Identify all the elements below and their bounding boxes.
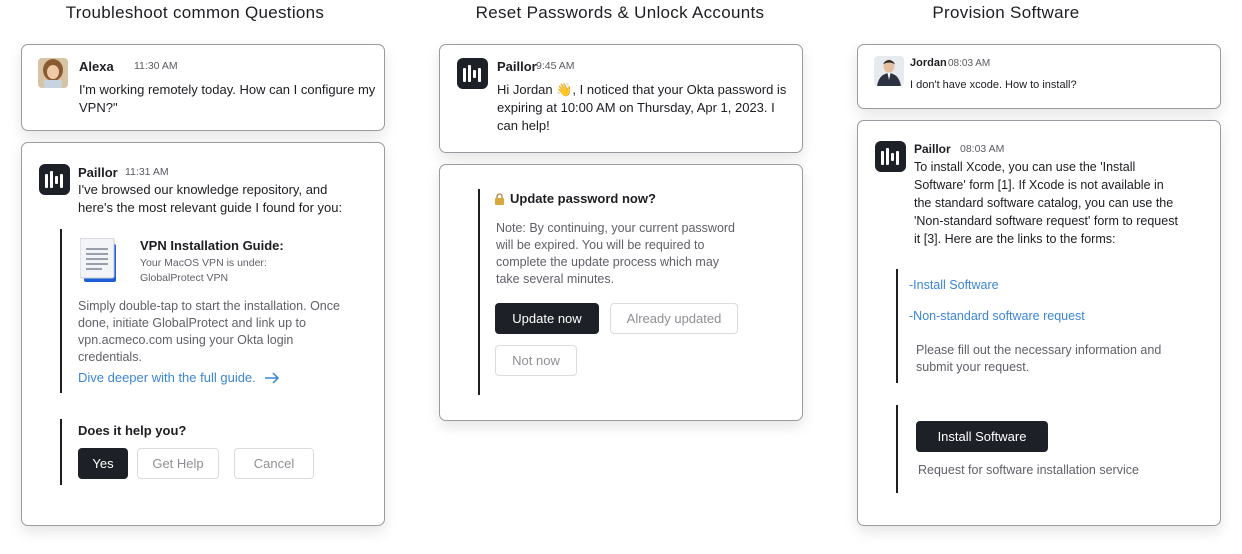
jordan-name: Jordan (910, 57, 947, 69)
paillor-name: Paillor (497, 59, 537, 74)
cancel-button[interactable]: Cancel (234, 448, 314, 479)
paillor-install-text: To install Xcode, you can use the 'Insta… (914, 160, 1178, 246)
update-password-card: Update password now? Note: By continuing… (439, 164, 803, 421)
paillor-logo-icon (39, 164, 70, 195)
get-help-button[interactable]: Get Help (137, 448, 219, 479)
alexa-avatar (38, 58, 68, 88)
okta-message-card: Paillor 9:45 AM Hi Jordan 👋, I noticed t… (439, 44, 803, 153)
alexa-name: Alexa (79, 59, 114, 74)
already-updated-button[interactable]: Already updated (610, 303, 738, 334)
arrow-right-icon (264, 371, 279, 384)
full-guide-link-text[interactable]: Dive deeper with the full guide. (78, 370, 256, 385)
yes-button[interactable]: Yes (78, 448, 128, 479)
paillor-name: Paillor (914, 142, 951, 156)
title-reset-passwords: Reset Passwords & Unlock Accounts (475, 3, 765, 22)
jordan-message-card: Jordan 08:03 AM I don't have xcode. How … (857, 44, 1221, 109)
update-title: Update password now? (510, 191, 656, 206)
update-note: Note: By continuing, your current passwo… (496, 221, 736, 286)
install-xcode-card: Paillor 08:03 AM To install Xcode, you c… (857, 120, 1221, 526)
paillor-time: 11:31 AM (125, 166, 169, 178)
paillor-logo-icon (457, 58, 488, 89)
links-divider (896, 269, 898, 383)
lock-icon (495, 192, 504, 205)
nonstandard-request-link[interactable]: -Non-standard software request (909, 309, 1085, 323)
full-guide-link[interactable]: Dive deeper with the full guide. (78, 370, 280, 385)
paillor-name: Paillor (78, 165, 118, 180)
install-software-link[interactable]: -Install Software (909, 278, 999, 292)
title-troubleshoot: Troubleshoot common Questions (65, 3, 325, 22)
jordan-avatar (874, 56, 904, 86)
guide-divider (60, 229, 62, 393)
not-now-button[interactable]: Not now (495, 345, 577, 376)
feedback-divider (60, 419, 62, 485)
jordan-message-text: I don't have xcode. How to install? (910, 79, 1077, 91)
update-now-button[interactable]: Update now (495, 303, 599, 334)
update-title-row: Update password now? (494, 191, 656, 206)
fill-out-note: Please fill out the necessary informatio… (916, 343, 1162, 374)
paillor-time: 08:03 AM (960, 143, 1005, 155)
paillor-vpn-card: Paillor 11:31 AM I've browsed our knowle… (21, 142, 385, 526)
install-caption: Request for software installation servic… (918, 463, 1139, 477)
alexa-message-text: I'm working remotely today. How can I co… (79, 82, 376, 115)
guide-subtitle: Your MacOS VPN is under: GlobalProtect V… (140, 257, 267, 284)
install-software-button[interactable]: Install Software (916, 421, 1048, 452)
alexa-time: 11:30 AM (134, 60, 178, 72)
okta-message-text: Hi Jordan 👋, I noticed that your Okta pa… (497, 82, 787, 133)
guide-body: Simply double-tap to start the installat… (78, 299, 340, 364)
title-provision-software: Provision Software (932, 3, 1080, 22)
feedback-question: Does it help you? (78, 423, 187, 438)
paillor-logo-icon (875, 141, 906, 172)
paillor-intro-text: I've browsed our knowledge repository, a… (78, 182, 343, 215)
update-divider (478, 189, 480, 395)
document-icon (79, 237, 122, 289)
alexa-message-card: Alexa 11:30 AM I'm working remotely toda… (21, 44, 385, 131)
install-divider (896, 405, 898, 493)
jordan-time: 08:03 AM (948, 58, 991, 69)
paillor-time: 9:45 AM (536, 60, 575, 72)
guide-title: VPN Installation Guide: (140, 238, 284, 253)
